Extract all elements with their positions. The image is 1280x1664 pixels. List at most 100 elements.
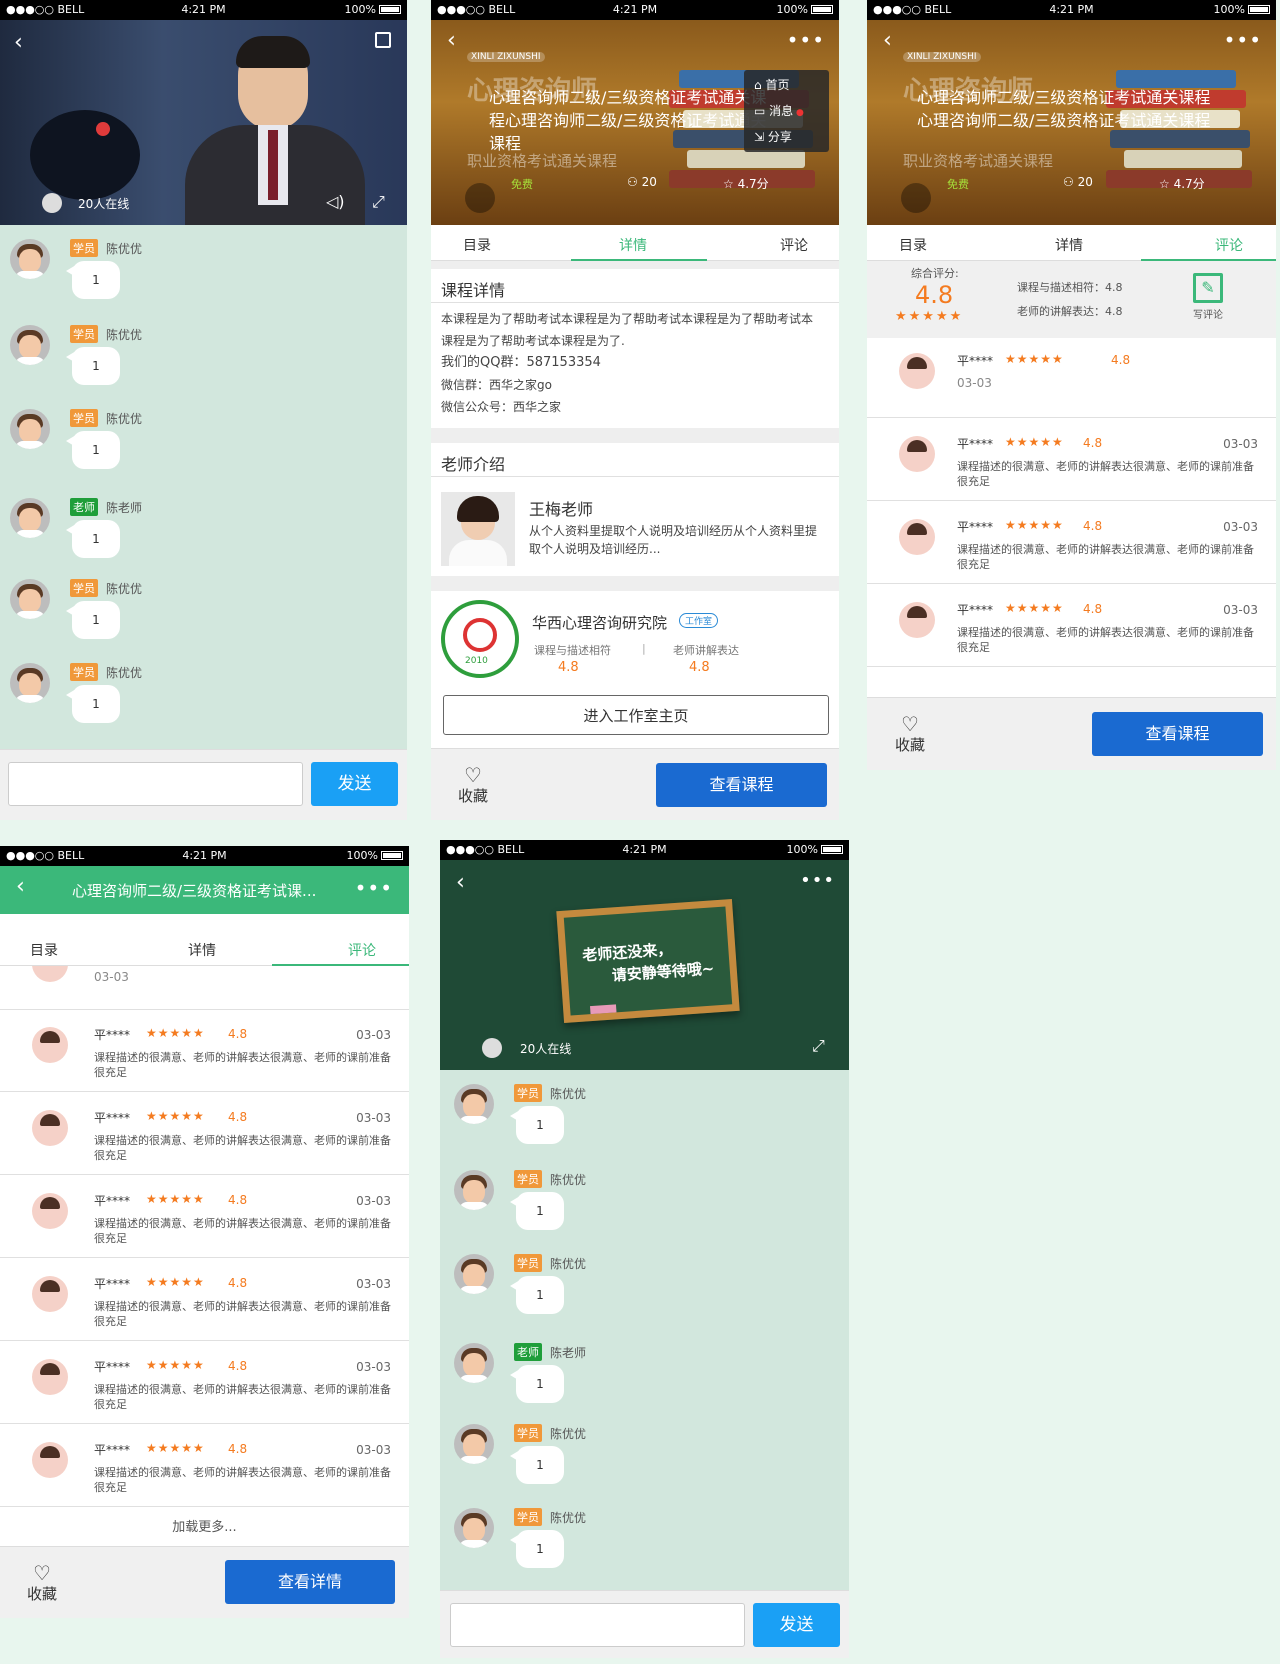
menu-message[interactable]: ▭ 消息 ●	[754, 102, 804, 119]
favorite-button[interactable]: ♡ 收藏	[458, 765, 488, 806]
role-tag: 学员	[514, 1508, 542, 1526]
back-icon[interactable]: ‹	[14, 30, 23, 55]
avatar	[32, 966, 68, 982]
chat-input[interactable]	[8, 762, 303, 806]
review-stars: ★★★★★	[1005, 435, 1064, 449]
battery: 100%	[787, 843, 843, 856]
back-icon[interactable]: ‹	[447, 28, 456, 53]
exit-icon[interactable]	[375, 32, 391, 48]
tab-catalog[interactable]: 目录	[899, 235, 927, 255]
battery-icon	[1248, 5, 1270, 14]
volume-icon[interactable]: ◁)	[326, 192, 345, 211]
tab-catalog[interactable]: 目录	[30, 940, 58, 960]
reviewer-name: 平****	[94, 1360, 131, 1374]
chalk-eraser	[590, 1004, 617, 1015]
online-count: 20人在线	[78, 197, 130, 211]
view-course-button[interactable]: 查看课程	[1092, 712, 1263, 756]
message-bubble: 1	[510, 1365, 564, 1403]
rating-summary: 综合评分: 4.8 ★★★★★ 课程与描述相符：4.8 老师的讲解表达：4.8 …	[867, 261, 1276, 338]
menu-home[interactable]: ⌂ 首页	[754, 76, 789, 93]
review-score: 4.8	[228, 1359, 248, 1373]
course-subtitle: 职业资格考试通关课程	[467, 152, 618, 170]
more-icon[interactable]: •••	[1224, 28, 1262, 52]
course-title: 心理咨询师二级/三级资格证考试通关课程心理咨询师二级/三级资格证考试通关课程	[917, 88, 1211, 130]
review-text: 课程描述的很满意、老师的讲解表达很满意、老师的课前准备很充足	[94, 1300, 391, 1328]
role-tag: 学员	[70, 579, 98, 597]
view-course-button[interactable]: 查看课程	[656, 763, 827, 807]
view-detail-button[interactable]: 查看详情	[225, 1560, 395, 1604]
review-item: 平**** ★★★★★ 4.8 03-03 课程描述的很满意、老师的讲解表达很满…	[0, 1095, 409, 1175]
more-icon[interactable]: •••	[800, 870, 835, 891]
review-stars: ★★★★★	[146, 1441, 205, 1455]
tab-comment[interactable]: 评论	[1215, 235, 1243, 255]
summary-stars: ★★★★★	[895, 309, 964, 324]
chat-message: 学员 陈优优 1	[454, 1254, 754, 1334]
avatar	[10, 325, 50, 365]
menu-share[interactable]: ⇲ 分享	[754, 128, 792, 145]
review-score: 4.8	[1083, 436, 1103, 450]
tab-detail[interactable]: 详情	[188, 940, 216, 960]
studio-logo: 2010	[441, 600, 519, 678]
tab-detail[interactable]: 详情	[1055, 235, 1083, 255]
send-button[interactable]: 发送	[311, 762, 398, 806]
back-icon[interactable]: ‹	[16, 874, 25, 899]
avatar	[32, 1027, 68, 1063]
user-name: 陈优优	[550, 1087, 587, 1101]
chat-message: 老师 陈老师 1	[10, 498, 310, 578]
play-icon[interactable]	[465, 183, 495, 213]
review-stars: ★★★★★	[1005, 518, 1064, 532]
home-icon: ⌂	[754, 78, 766, 92]
avatar	[454, 1508, 494, 1548]
battery-icon	[811, 5, 833, 14]
review-text: 课程描述的很满意、老师的讲解表达很满意、老师的课前准备很充足	[957, 460, 1254, 488]
avatar	[454, 1343, 494, 1383]
brand-tag: XINLI ZIXUNSHI	[467, 52, 545, 62]
tab-comment[interactable]: 评论	[780, 235, 808, 255]
more-icon[interactable]: •••	[787, 28, 825, 52]
video-player[interactable]: ‹ 20人在线 ◁) ⤢	[0, 20, 407, 225]
review-score: 4.8	[228, 1193, 248, 1207]
tab-catalog[interactable]: 目录	[463, 235, 491, 255]
teacher-name: 王梅老师	[529, 500, 594, 519]
status-bar: ●●●○○ BELL 4:21 PM 100%	[0, 0, 407, 20]
tab-comment[interactable]: 评论	[348, 940, 376, 960]
send-button[interactable]: 发送	[753, 1603, 840, 1647]
course-hero: XINLI ZIXUNSHI 心理咨询师 心理咨询师二级/三级资格证考试通关课程…	[431, 20, 839, 225]
message-icon: ▭	[754, 104, 770, 118]
reviewer-name: 平****	[94, 1443, 131, 1457]
chat-message: 学员 陈优优 1	[10, 239, 310, 319]
review-date: 03-03	[957, 376, 992, 390]
user-name: 陈优优	[106, 666, 143, 680]
chat-message: 学员 陈优优 1	[454, 1424, 754, 1504]
more-icon[interactable]: •••	[355, 876, 393, 900]
tab-bar: 目录 详情 评论	[0, 930, 409, 966]
back-icon[interactable]: ‹	[883, 28, 892, 53]
presenter-hair	[236, 36, 310, 68]
load-more[interactable]: 加载更多...	[0, 1510, 409, 1546]
role-tag: 学员	[70, 325, 98, 343]
user-name: 陈老师	[106, 501, 143, 515]
battery: 100%	[777, 3, 833, 16]
chat-message: 学员 陈优优 1	[454, 1170, 754, 1250]
review-stars: ★★★★★	[146, 1192, 205, 1206]
back-icon[interactable]: ‹	[456, 870, 465, 895]
message-bubble: 1	[510, 1276, 564, 1314]
fullscreen-icon[interactable]: ⤢	[372, 192, 385, 212]
reviewer-name: 平****	[957, 520, 994, 534]
fullscreen-icon[interactable]: ⤢	[812, 1036, 825, 1056]
avatar	[454, 1084, 494, 1124]
video-player[interactable]: ‹ ••• 老师还没来， 请安静等待哦~ 20人在线 ⤢	[440, 860, 849, 1070]
course-subtitle: 职业资格考试通关课程	[903, 152, 1054, 170]
tab-detail[interactable]: 详情	[619, 235, 647, 255]
chat-input[interactable]	[450, 1603, 745, 1647]
favorite-button[interactable]: ♡ 收藏	[895, 714, 925, 755]
favorite-button[interactable]: ♡ 收藏	[27, 1563, 57, 1604]
enter-studio-button[interactable]: 进入工作室主页	[443, 695, 829, 735]
play-icon[interactable]	[901, 183, 931, 213]
teacher-heading: 老师介绍	[431, 443, 839, 477]
avatar	[454, 1170, 494, 1210]
user-icon: ⚇	[627, 175, 642, 189]
review-item-partial: 03-03	[0, 966, 409, 1010]
review-text: 课程描述的很满意、老师的讲解表达很满意、老师的课前准备很充足	[94, 1383, 391, 1411]
write-comment-button[interactable]: ✎ 写评论	[1193, 273, 1223, 321]
